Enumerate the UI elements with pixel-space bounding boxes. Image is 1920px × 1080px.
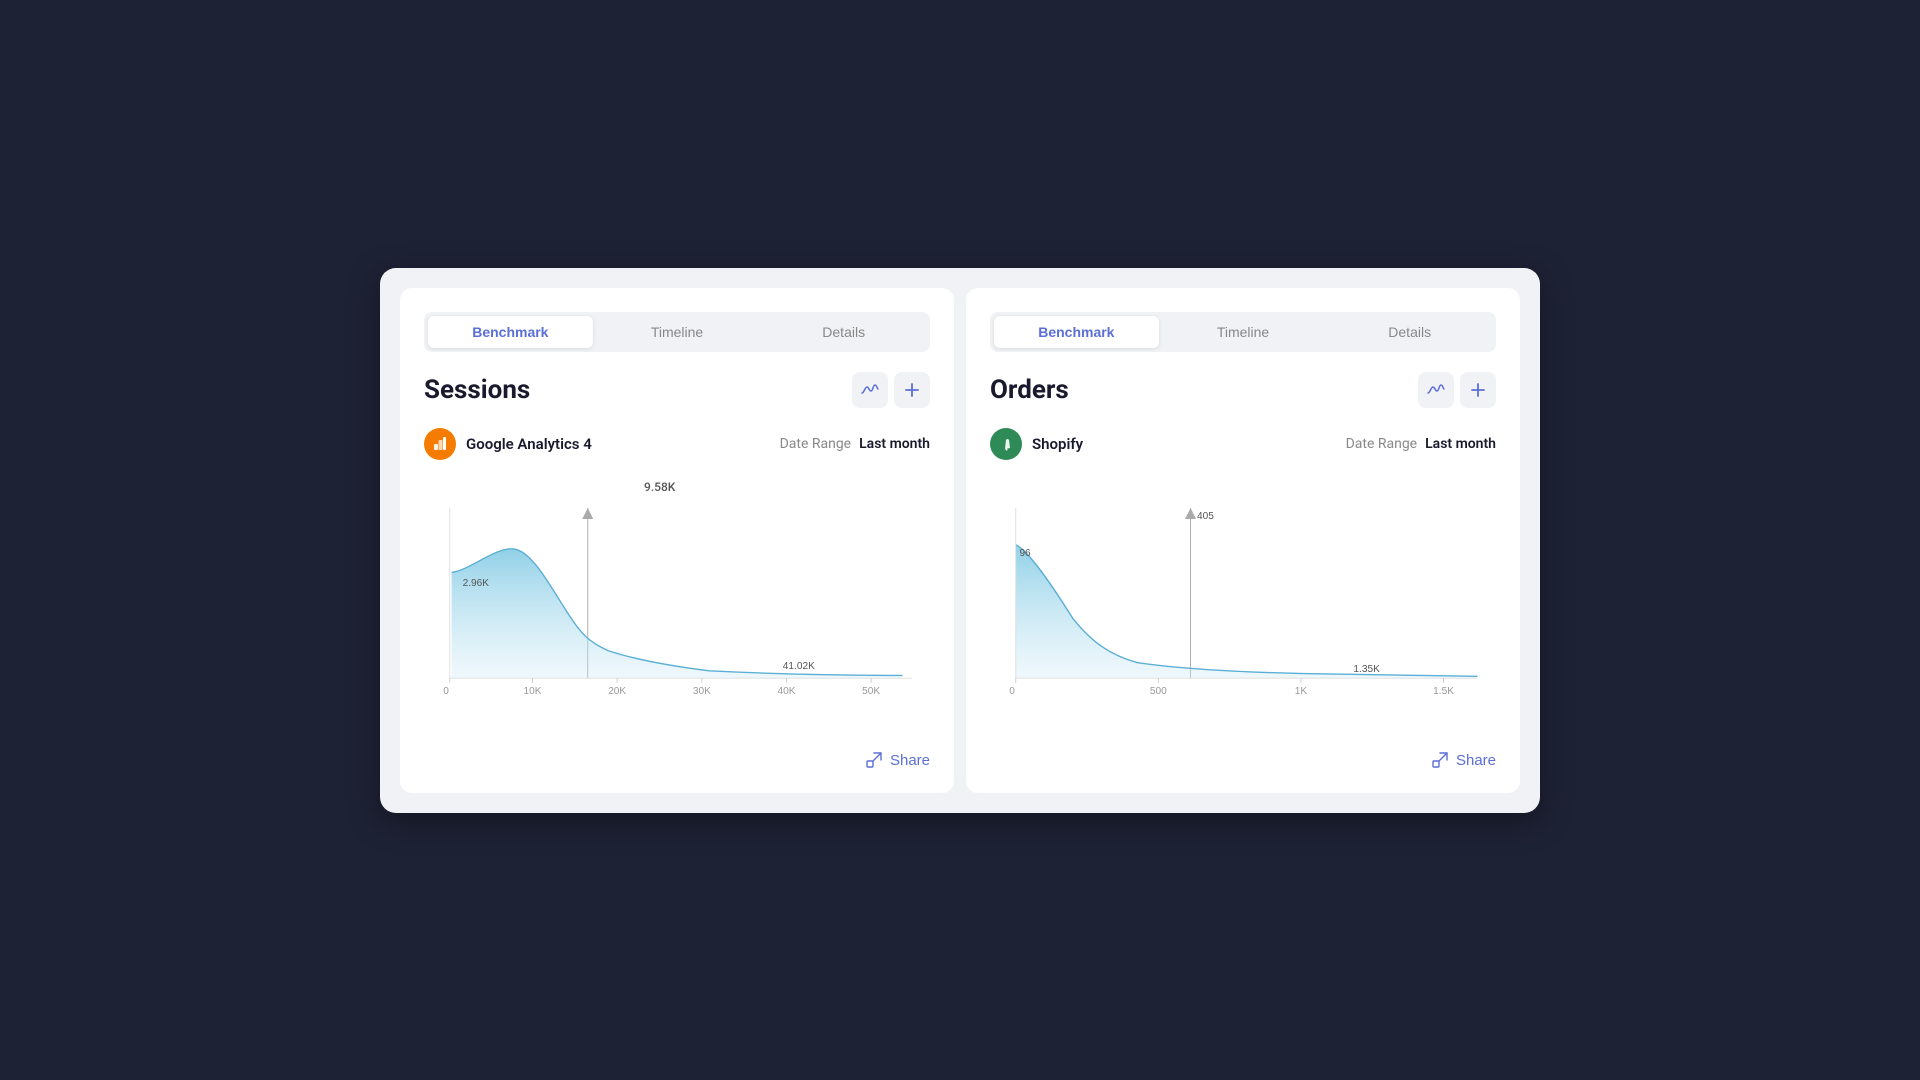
svg-text:405: 405 [1197,511,1214,522]
orders-share-button[interactable]: Share [1432,752,1496,769]
tab-details-right[interactable]: Details [1327,316,1492,348]
orders-title: Orders [990,375,1069,405]
orders-tabs: Benchmark Timeline Details [990,312,1496,352]
sessions-share-label: Share [890,752,930,769]
tab-timeline-right[interactable]: Timeline [1161,316,1326,348]
orders-date-range-label: Date Range [1346,436,1418,452]
svg-text:1.5K: 1.5K [1433,685,1454,696]
svg-text:30K: 30K [693,685,711,696]
sessions-source-info: Google Analytics 4 [424,428,592,460]
orders-icon-group [1418,372,1496,408]
sessions-date-range: Date Range Last month [780,436,930,452]
tab-details-left[interactable]: Details [761,316,926,348]
sessions-footer: Share [424,744,930,769]
svg-text:0: 0 [443,685,449,696]
svg-text:1K: 1K [1295,685,1308,696]
sessions-source-row: Google Analytics 4 Date Range Last month [424,428,930,460]
svg-text:20K: 20K [608,685,626,696]
sessions-title: Sessions [424,375,530,405]
svg-text:50K: 50K [862,685,880,696]
sessions-chart-svg: 2.96K 41.02K 0 10K 20K 30K 40K 50K [424,480,930,720]
sessions-date-range-label: Date Range [780,436,852,452]
sessions-share-button[interactable]: Share [866,752,930,769]
main-container: Benchmark Timeline Details Sessions [380,268,1540,813]
svg-text:500: 500 [1150,685,1167,696]
chart-icon-btn-right[interactable] [1418,372,1454,408]
orders-date-range: Date Range Last month [1346,436,1496,452]
svg-text:2.96K: 2.96K [463,578,490,589]
tab-timeline-left[interactable]: Timeline [595,316,760,348]
orders-panel: Benchmark Timeline Details Orders [966,288,1520,793]
orders-chart-svg: 405 96 1.35K 0 500 1K 1.5K [990,480,1496,720]
svg-text:10K: 10K [524,685,542,696]
share-icon-right [1432,752,1448,768]
svg-text:40K: 40K [777,685,795,696]
sessions-chart-area: 9.58K [424,480,930,724]
orders-date-range-value: Last month [1425,436,1496,452]
sessions-icon-group [852,372,930,408]
share-icon-left [866,752,882,768]
svg-text:96: 96 [1019,547,1031,558]
tab-benchmark-right[interactable]: Benchmark [994,316,1159,348]
tab-benchmark-left[interactable]: Benchmark [428,316,593,348]
svg-text:1.35K: 1.35K [1353,663,1380,674]
orders-source-name: Shopify [1032,435,1083,453]
chart-icon-btn-left[interactable] [852,372,888,408]
ga-logo [424,428,456,460]
sessions-tabs: Benchmark Timeline Details [424,312,930,352]
sessions-source-name: Google Analytics 4 [466,435,592,453]
orders-share-label: Share [1456,752,1496,769]
plus-icon-btn-right[interactable] [1460,372,1496,408]
sessions-peak-label: 9.58K [644,480,675,494]
sessions-panel: Benchmark Timeline Details Sessions [400,288,954,793]
svg-text:0: 0 [1009,685,1015,696]
svg-text:41.02K: 41.02K [783,661,815,672]
orders-footer: Share [990,744,1496,769]
sessions-date-range-value: Last month [859,436,930,452]
orders-header: Orders [990,372,1496,408]
orders-chart-area: 405 96 1.35K 0 500 1K 1.5K [990,480,1496,724]
sessions-header: Sessions [424,372,930,408]
orders-source-info: Shopify [990,428,1083,460]
plus-icon-btn-left[interactable] [894,372,930,408]
shopify-logo [990,428,1022,460]
orders-source-row: Shopify Date Range Last month [990,428,1496,460]
